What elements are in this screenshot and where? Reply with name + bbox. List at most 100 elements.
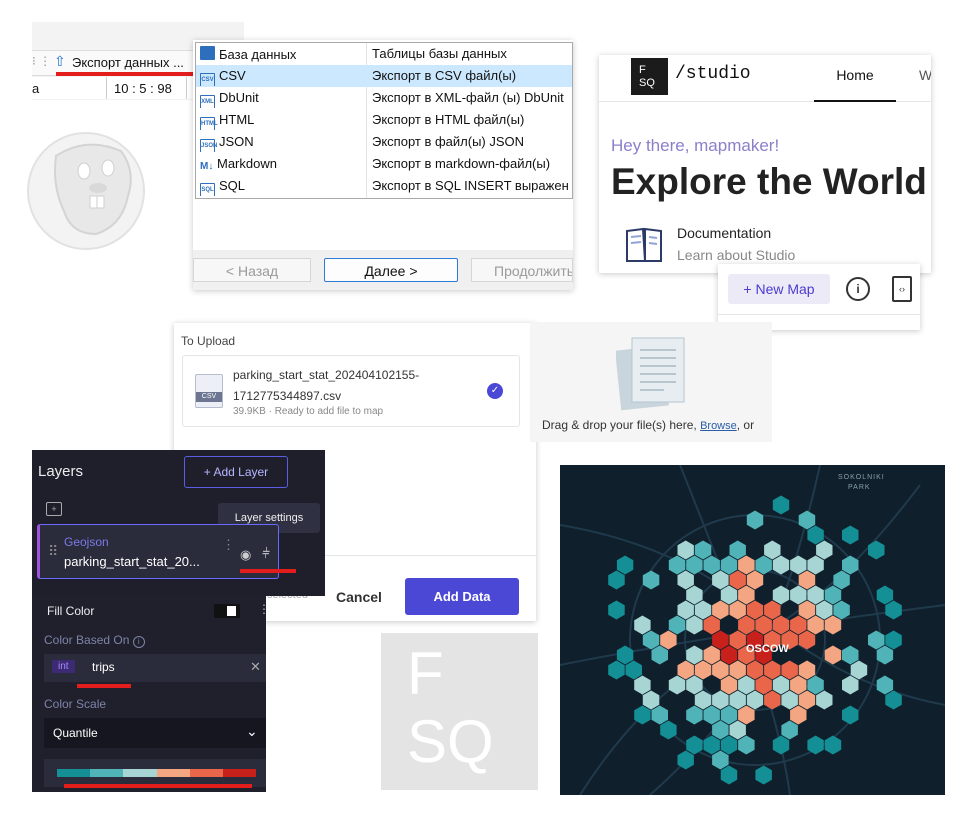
hex-cell[interactable] xyxy=(842,705,859,725)
hex-cell[interactable] xyxy=(807,555,824,575)
hex-cell[interactable] xyxy=(608,600,625,620)
add-data-button[interactable]: Add Data xyxy=(405,578,519,615)
hex-cell[interactable] xyxy=(885,600,902,620)
hex-cell[interactable] xyxy=(781,720,798,740)
format-row-csv[interactable]: CSV CSV Экспорт в CSV файл(ы) xyxy=(196,65,572,87)
hex-cell[interactable] xyxy=(712,600,729,620)
hex-cell[interactable] xyxy=(712,690,729,710)
hex-cell[interactable] xyxy=(608,660,625,680)
hex-cell[interactable] xyxy=(729,600,746,620)
next-button[interactable]: Далее > xyxy=(324,258,458,282)
hex-cell[interactable] xyxy=(764,660,781,680)
hex-cell[interactable] xyxy=(668,615,686,635)
hex-cell[interactable] xyxy=(764,540,781,560)
hex-cell[interactable] xyxy=(651,705,669,725)
hex-cell[interactable] xyxy=(694,600,712,620)
hex-cell[interactable] xyxy=(746,690,764,710)
hex-cell[interactable] xyxy=(625,660,643,680)
hex-cell[interactable] xyxy=(712,630,729,650)
layer-settings-icon[interactable]: ⫩ xyxy=(262,545,270,562)
hex-cell[interactable] xyxy=(842,675,859,695)
hex-cell[interactable] xyxy=(746,510,764,530)
hexbin-map[interactable]: SOKOLNIKI PARK OSCOW xyxy=(560,465,945,795)
nav-tab-home[interactable]: Home xyxy=(814,55,896,102)
hex-cell[interactable] xyxy=(720,555,738,575)
hex-cell[interactable] xyxy=(677,660,694,680)
hex-cell[interactable] xyxy=(712,750,729,770)
hex-cell[interactable] xyxy=(842,645,859,665)
info-icon[interactable]: i xyxy=(132,636,145,648)
hex-cell[interactable] xyxy=(677,540,694,560)
hex-cell[interactable] xyxy=(616,555,634,575)
hex-cell[interactable] xyxy=(772,555,790,575)
field-selector[interactable]: int trips ✕ xyxy=(44,654,266,682)
hex-cell[interactable] xyxy=(755,675,772,695)
color-palette-selector[interactable] xyxy=(44,759,266,787)
format-row-html[interactable]: HTMLHTML Экспорт в HTML файл(ы) xyxy=(196,109,572,131)
hex-cell[interactable] xyxy=(790,615,807,635)
visibility-eye-icon[interactable]: ◉ xyxy=(240,547,251,563)
hex-cell[interactable] xyxy=(694,540,712,560)
cancel-button[interactable]: Cancel xyxy=(336,589,382,605)
hex-cell[interactable] xyxy=(720,585,738,605)
hex-cell[interactable] xyxy=(729,540,746,560)
hex-cell[interactable] xyxy=(738,585,755,605)
fsq-logo[interactable]: F SQ xyxy=(631,58,668,95)
hex-cell[interactable] xyxy=(703,705,720,725)
hex-cell[interactable] xyxy=(816,540,833,560)
hex-cell[interactable] xyxy=(885,630,902,650)
hex-cell[interactable] xyxy=(642,690,660,710)
format-row-dbunit[interactable]: XML DbUnit Экспорт в XML-файл (ы) DbUnit xyxy=(196,87,572,109)
hex-cell[interactable] xyxy=(781,660,798,680)
code-file-icon[interactable]: ‹› xyxy=(892,276,912,302)
drag-handle-icon[interactable]: ⠿ xyxy=(48,543,58,560)
hex-cell[interactable] xyxy=(798,600,816,620)
fill-color-toggle[interactable] xyxy=(214,604,240,618)
hex-cell[interactable] xyxy=(781,690,798,710)
continue-button[interactable]: Продолжить xyxy=(471,258,573,282)
hex-cell[interactable] xyxy=(720,675,738,695)
hex-cell[interactable] xyxy=(868,630,885,650)
hex-cell[interactable] xyxy=(807,675,824,695)
hex-cell[interactable] xyxy=(677,600,694,620)
nav-tab-more[interactable]: W xyxy=(919,55,931,100)
hex-cell[interactable] xyxy=(790,675,807,695)
back-button[interactable]: < Назад xyxy=(193,258,311,282)
map-canvas[interactable]: SOKOLNIKI PARK OSCOW xyxy=(560,465,945,795)
hex-cell[interactable] xyxy=(738,735,755,755)
hex-cell[interactable] xyxy=(772,495,790,515)
file-drop-zone[interactable]: Drag & drop your file(s) here, Browse, o… xyxy=(530,322,772,442)
add-layer-button[interactable]: + Add Layer xyxy=(184,456,288,488)
more-icon[interactable]: ⋮ xyxy=(222,537,235,553)
hex-cell[interactable] xyxy=(694,660,712,680)
hex-cell[interactable] xyxy=(746,570,764,590)
hex-cell[interactable] xyxy=(764,600,781,620)
hex-cell[interactable] xyxy=(833,570,850,590)
add-folder-icon[interactable]: + xyxy=(46,502,62,516)
info-icon[interactable]: i xyxy=(846,277,870,301)
hex-cell[interactable] xyxy=(608,570,625,590)
hex-cell[interactable] xyxy=(712,660,729,680)
hex-cell[interactable] xyxy=(755,765,772,785)
hex-cell[interactable] xyxy=(634,615,651,635)
hex-cell[interactable] xyxy=(703,645,720,665)
hex-cell[interactable] xyxy=(798,660,816,680)
hex-cell[interactable] xyxy=(729,660,746,680)
clear-icon[interactable]: ✕ xyxy=(250,659,261,675)
hex-cell[interactable] xyxy=(720,705,738,725)
browse-link[interactable]: Browse xyxy=(700,420,737,432)
hex-cell[interactable] xyxy=(772,735,790,755)
more-icon[interactable]: ⋮ xyxy=(258,602,270,616)
format-row-json[interactable]: JSON JSON Экспорт в файл(ы) JSON xyxy=(196,131,572,153)
hex-cell[interactable] xyxy=(729,720,746,740)
hex-cell[interactable] xyxy=(816,690,833,710)
hex-cell[interactable] xyxy=(876,585,894,605)
hex-cell[interactable] xyxy=(720,735,738,755)
hex-cell[interactable] xyxy=(703,615,720,635)
hex-cell[interactable] xyxy=(677,570,694,590)
hex-cell[interactable] xyxy=(842,525,859,545)
format-row-sql[interactable]: SQL SQL Экспорт в SQL INSERT выражени xyxy=(196,175,572,197)
hex-cell[interactable] xyxy=(686,585,703,605)
hex-cell[interactable] xyxy=(790,705,807,725)
hex-cell[interactable] xyxy=(868,540,885,560)
